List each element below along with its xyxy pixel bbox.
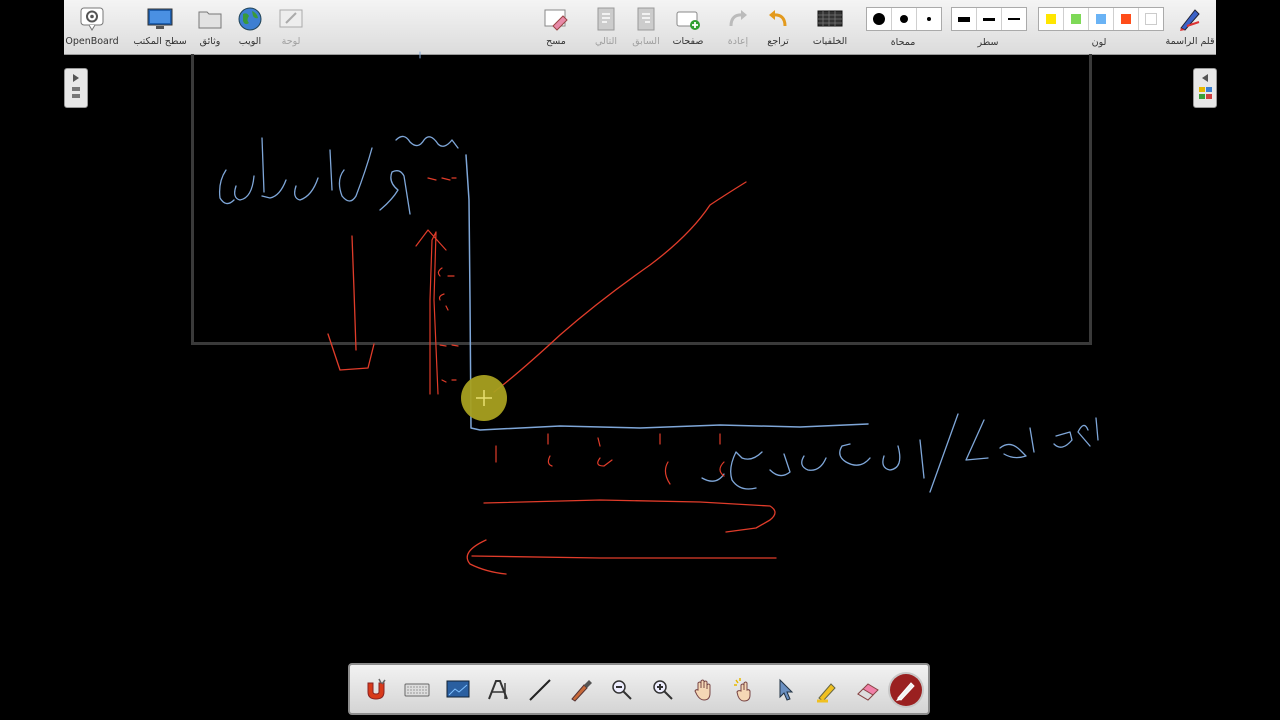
magnet-icon xyxy=(367,678,386,700)
zoom-out-icon xyxy=(612,680,632,700)
text-icon xyxy=(488,680,508,700)
bottom-arrow-stroke xyxy=(466,539,777,575)
up-arrow-stroke xyxy=(415,229,447,395)
laser-icon xyxy=(734,678,751,702)
whiteboard-canvas[interactable] xyxy=(0,0,1280,720)
pen-tool-button-bottom[interactable] xyxy=(890,674,922,706)
zoom-in-tool-button[interactable] xyxy=(647,674,679,706)
laser-tool-button[interactable] xyxy=(729,674,761,706)
pen-icon xyxy=(896,682,915,701)
line-icon xyxy=(529,679,551,701)
x-axis-scale-marks xyxy=(495,433,725,485)
magnet-tool-button[interactable] xyxy=(360,674,392,706)
zoom-out-tool-button[interactable] xyxy=(606,674,638,706)
hand-tool-button[interactable] xyxy=(688,674,720,706)
supply-line-stroke xyxy=(493,181,747,393)
pointer-icon xyxy=(779,678,794,701)
keyboard-icon xyxy=(404,683,430,697)
highlighter-tool-button[interactable] xyxy=(811,674,843,706)
keyboard-tool-button[interactable] xyxy=(401,674,433,706)
y-axis-stroke xyxy=(465,154,869,431)
marker-tool-button[interactable] xyxy=(565,674,597,706)
pointer-tool-button[interactable] xyxy=(770,674,802,706)
line-tool-button[interactable] xyxy=(524,674,556,706)
eraser-tool-button[interactable] xyxy=(852,674,884,706)
hand-icon xyxy=(694,679,711,701)
down-arrow-stroke xyxy=(327,235,375,371)
capture-tool-button[interactable] xyxy=(442,674,474,706)
lower-underline-stroke xyxy=(483,499,776,533)
text-tool-button[interactable] xyxy=(483,674,515,706)
y-axis-handwriting xyxy=(218,135,459,215)
eraser-icon xyxy=(857,683,879,701)
screen-icon xyxy=(446,680,470,698)
stylus-palette xyxy=(348,663,930,715)
zoom-in-icon xyxy=(653,680,673,700)
laser-pointer-cursor xyxy=(461,375,507,421)
marker-icon xyxy=(571,680,592,702)
y-axis-scale-marks xyxy=(427,177,459,383)
highlighter-icon xyxy=(817,683,836,703)
